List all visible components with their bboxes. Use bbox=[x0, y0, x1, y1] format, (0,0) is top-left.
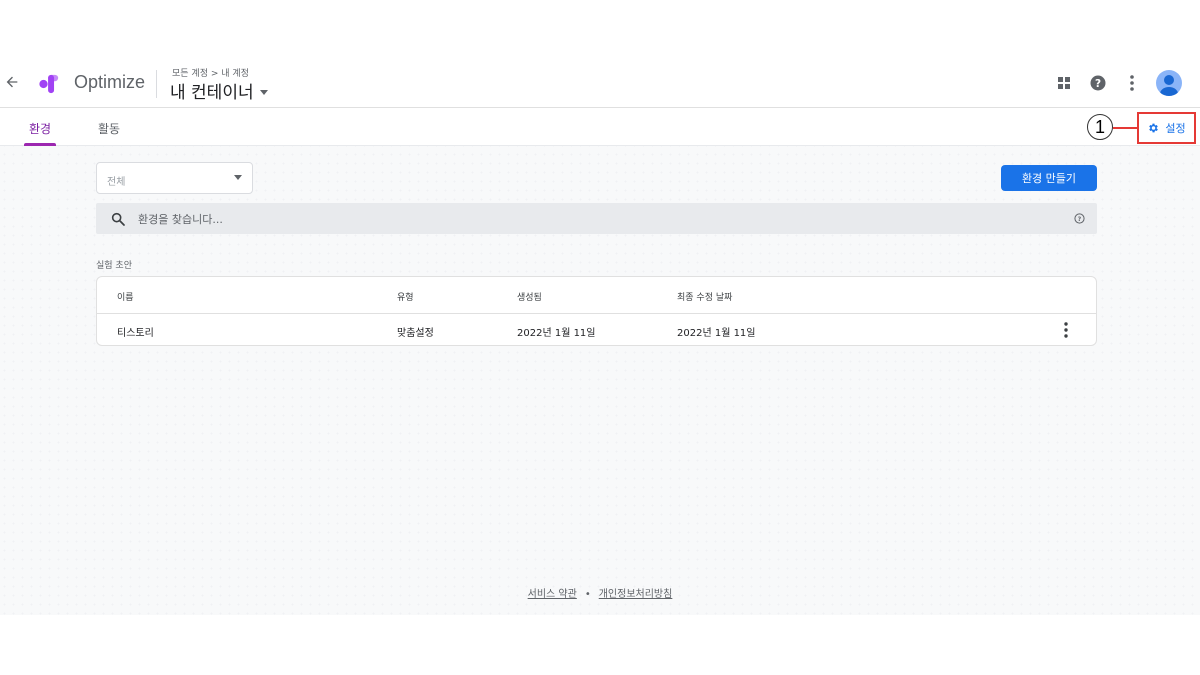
settings-button[interactable]: 설정 bbox=[1137, 112, 1196, 144]
help-icon[interactable]: ? bbox=[1088, 73, 1108, 93]
avatar-icon[interactable] bbox=[1156, 70, 1182, 96]
terms-link[interactable]: 서비스 약관 bbox=[528, 589, 577, 600]
settings-label: 설정 bbox=[1165, 122, 1186, 135]
search-input[interactable] bbox=[138, 210, 1038, 228]
annotation-connector bbox=[1113, 127, 1137, 129]
filter-value: 전체 bbox=[107, 177, 126, 188]
caret-down-icon bbox=[259, 90, 268, 95]
table-header: 이름 유형 생성됨 최종 수정 날짜 bbox=[97, 277, 1096, 314]
apps-grid-icon[interactable] bbox=[1054, 73, 1074, 93]
gear-icon bbox=[1149, 123, 1159, 133]
search-help-icon[interactable]: ? bbox=[1074, 213, 1085, 224]
privacy-link[interactable]: 개인정보처리방침 bbox=[599, 589, 673, 600]
top-header: Optimize 모든 계정 > 내 계정 내 컨테이너 ? bbox=[0, 60, 1200, 108]
filter-dropdown[interactable]: 전체 bbox=[96, 162, 253, 194]
tab-activity[interactable]: 활동 bbox=[98, 120, 120, 137]
back-arrow-icon[interactable] bbox=[4, 74, 20, 90]
column-header-created[interactable]: 생성됨 bbox=[517, 290, 542, 303]
cell-created: 2022년 1월 11일 bbox=[517, 328, 596, 339]
active-tab-indicator bbox=[24, 143, 56, 146]
container-selector[interactable]: 내 컨테이너 bbox=[170, 78, 268, 103]
svg-text:?: ? bbox=[1095, 78, 1101, 90]
annotation-number: 1 bbox=[1087, 114, 1113, 140]
footer: 서비스 약관 • 개인정보처리방침 bbox=[0, 585, 1200, 600]
table-row[interactable]: 티스토리 맞춤설정 2022년 1월 11일 2022년 1월 11일 bbox=[97, 315, 1096, 346]
section-label: 실험 초안 bbox=[96, 261, 132, 271]
column-header-modified[interactable]: 최종 수정 날짜 bbox=[677, 290, 732, 303]
more-vert-icon[interactable] bbox=[1122, 73, 1142, 93]
search-icon bbox=[111, 212, 125, 226]
footer-separator: • bbox=[584, 589, 591, 600]
optimize-logo-icon bbox=[39, 74, 59, 94]
column-header-type[interactable]: 유형 bbox=[397, 290, 414, 303]
container-name: 내 컨테이너 bbox=[170, 83, 254, 103]
cell-modified: 2022년 1월 11일 bbox=[677, 328, 756, 339]
app-area: Optimize 모든 계정 > 내 계정 내 컨테이너 ? 환경 활동 1 설… bbox=[0, 60, 1200, 615]
product-name: Optimize bbox=[74, 72, 146, 92]
create-environment-button[interactable]: 환경 만들기 bbox=[1001, 165, 1097, 191]
cell-type: 맞춤설정 bbox=[397, 328, 434, 339]
tab-bar: 환경 활동 1 설정 bbox=[0, 108, 1200, 146]
column-header-name[interactable]: 이름 bbox=[117, 290, 134, 303]
caret-down-icon bbox=[234, 175, 242, 180]
row-more-vert-icon[interactable] bbox=[1062, 322, 1070, 338]
search-bar: ? bbox=[96, 203, 1097, 234]
tab-environments[interactable]: 환경 bbox=[29, 120, 51, 137]
header-actions: ? bbox=[1054, 70, 1182, 96]
cell-name: 티스토리 bbox=[117, 328, 154, 339]
header-divider bbox=[156, 70, 157, 98]
environment-table: 이름 유형 생성됨 최종 수정 날짜 티스토리 맞춤설정 2022년 1월 11… bbox=[96, 276, 1097, 346]
svg-text:?: ? bbox=[1078, 216, 1082, 223]
